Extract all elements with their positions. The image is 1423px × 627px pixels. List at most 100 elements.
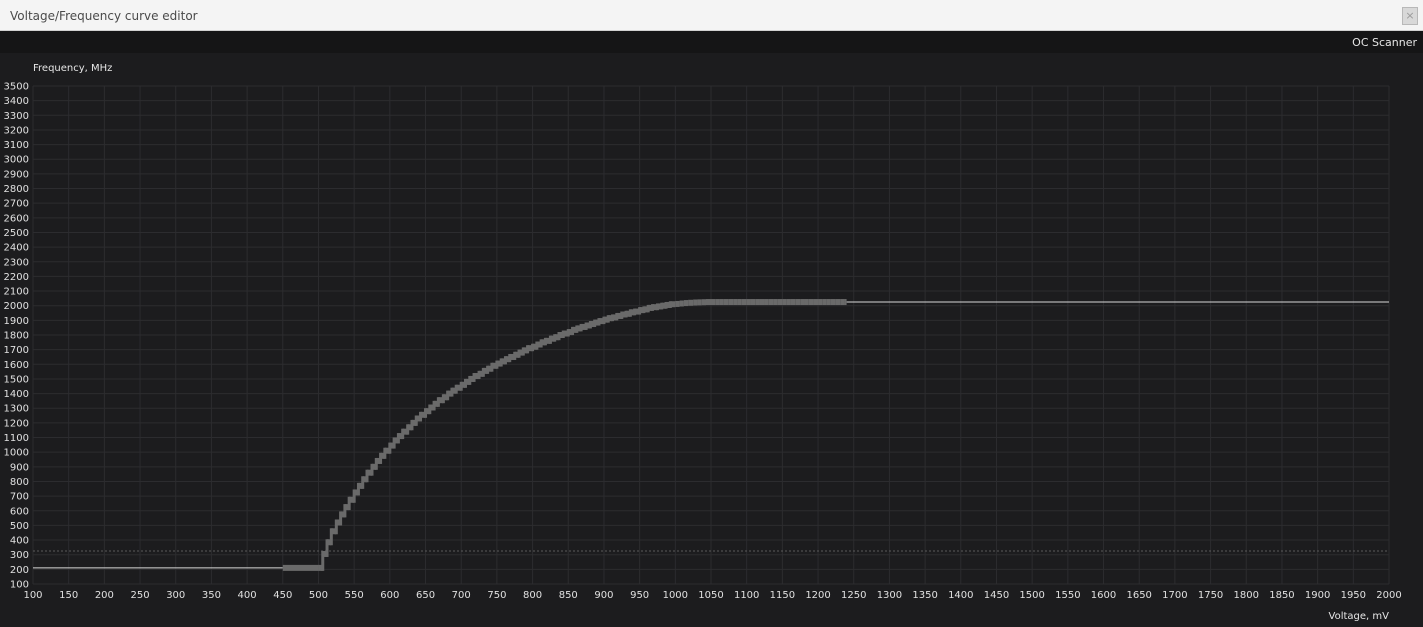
x-tick-label: 1250 [841,590,866,601]
curve-point[interactable] [818,299,823,306]
x-tick-label: 900 [594,590,613,601]
x-tick-label: 1950 [1341,590,1366,601]
x-tick-label: 450 [273,590,292,601]
curve-point[interactable] [746,299,751,306]
curve-point[interactable] [768,299,774,306]
curve-point[interactable] [813,299,819,306]
curve-point[interactable] [826,299,831,306]
y-tick-label: 3500 [4,82,29,93]
y-tick-label: 200 [10,565,29,576]
title-bar[interactable]: Voltage/Frequency curve editor × [0,0,1423,31]
curve-point[interactable] [741,299,747,306]
curve-point[interactable] [733,299,738,306]
curve-step [374,457,378,470]
curve-point[interactable] [728,299,734,306]
x-tick-label: 1550 [1055,590,1080,601]
x-tick-label: 1600 [1091,590,1116,601]
curve-step [468,375,472,385]
x-tick-label: 950 [630,590,649,601]
y-axis-ticks: 100 200 300 400 500 600 700 800 900 1000 1100 1200 1… [4,82,29,591]
curve-step [615,312,619,321]
y-axis-label: Frequency, MHz [33,63,112,74]
x-tick-label: 150 [59,590,78,601]
curve-point[interactable] [830,299,836,306]
y-tick-label: 600 [10,506,29,517]
curve-point[interactable] [683,300,689,307]
curve-point[interactable] [808,299,814,306]
y-tick-label: 2300 [4,257,29,268]
curve-point[interactable] [786,299,791,306]
curve-step [553,334,557,342]
curve-step [428,404,432,415]
curve-step [388,442,392,454]
curve-point[interactable] [679,300,684,307]
curve-points[interactable] [282,299,847,571]
curve-point[interactable] [844,299,847,306]
curve-point[interactable] [795,299,801,306]
vf-curve-chart[interactable]: 1002003004005006007008009001000110012001… [0,53,1423,627]
x-tick-label: 350 [202,590,221,601]
x-axis-ticks: 100 150 200 250 300 350 400 450 500 550 600 650 700 7… [23,590,1401,601]
curve-point[interactable] [715,299,720,306]
curve-step [325,539,329,557]
chart-area[interactable]: 100 200 300 400 500 600 700 800 900 1000 1100 1200 1… [0,53,1423,627]
curve-step [343,504,347,518]
curve-point[interactable] [675,300,680,307]
curve-point[interactable] [790,299,796,306]
curve-point[interactable] [840,299,845,306]
curve-point[interactable] [777,299,783,306]
curve-point[interactable] [759,299,765,306]
curve-step [543,337,547,346]
curve-point[interactable] [711,299,716,306]
curve-step [352,489,356,503]
curve-point[interactable] [835,299,841,306]
x-tick-label: 1750 [1198,590,1223,601]
curve-step [571,326,575,336]
curve-step [396,433,400,444]
curve-step [624,310,628,318]
curve-point[interactable] [719,299,724,306]
curve-step [486,365,490,374]
y-tick-label: 1400 [4,389,29,400]
close-button[interactable]: × [1402,7,1418,25]
curve-point[interactable] [804,299,809,306]
curve-step [584,322,588,330]
x-tick-label: 800 [523,590,542,601]
curve-step [535,341,539,350]
curve-step [441,394,445,404]
y-tick-label: 700 [10,492,29,503]
curve-point[interactable] [701,299,707,306]
oc-scanner-button[interactable]: OC Scanner [1352,36,1417,49]
y-tick-label: 1900 [4,316,29,327]
y-tick-label: 300 [10,550,29,561]
curve-point[interactable] [750,299,756,306]
y-tick-label: 2600 [4,213,29,224]
curve-point[interactable] [706,299,711,306]
curve-step [655,303,659,311]
curve-point[interactable] [693,299,698,306]
x-tick-label: 100 [23,590,42,601]
x-axis-label: Voltage, mV [1329,611,1390,622]
curve-point[interactable] [737,299,742,306]
y-tick-label: 900 [10,462,29,473]
curve-step [668,301,672,308]
curve-step [472,373,476,382]
curve-point[interactable] [782,299,787,306]
vf-curve-editor-window: Voltage/Frequency curve editor × OC Scan… [0,0,1423,627]
curve-point[interactable] [764,299,769,306]
y-tick-label: 2500 [4,228,29,239]
curve-point[interactable] [822,299,827,306]
curve-step [365,469,369,483]
curve-point[interactable] [697,299,702,306]
curve-step [588,321,592,329]
curve-point[interactable] [282,564,319,571]
curve-point[interactable] [688,299,694,306]
curve-point[interactable] [723,299,729,306]
curve-point[interactable] [755,299,760,306]
curve-step [531,343,535,352]
curve-point[interactable] [800,299,805,306]
curve-step [664,301,668,309]
curve-point[interactable] [773,299,778,306]
x-tick-label: 1200 [805,590,830,601]
y-tick-label: 1100 [4,433,29,444]
